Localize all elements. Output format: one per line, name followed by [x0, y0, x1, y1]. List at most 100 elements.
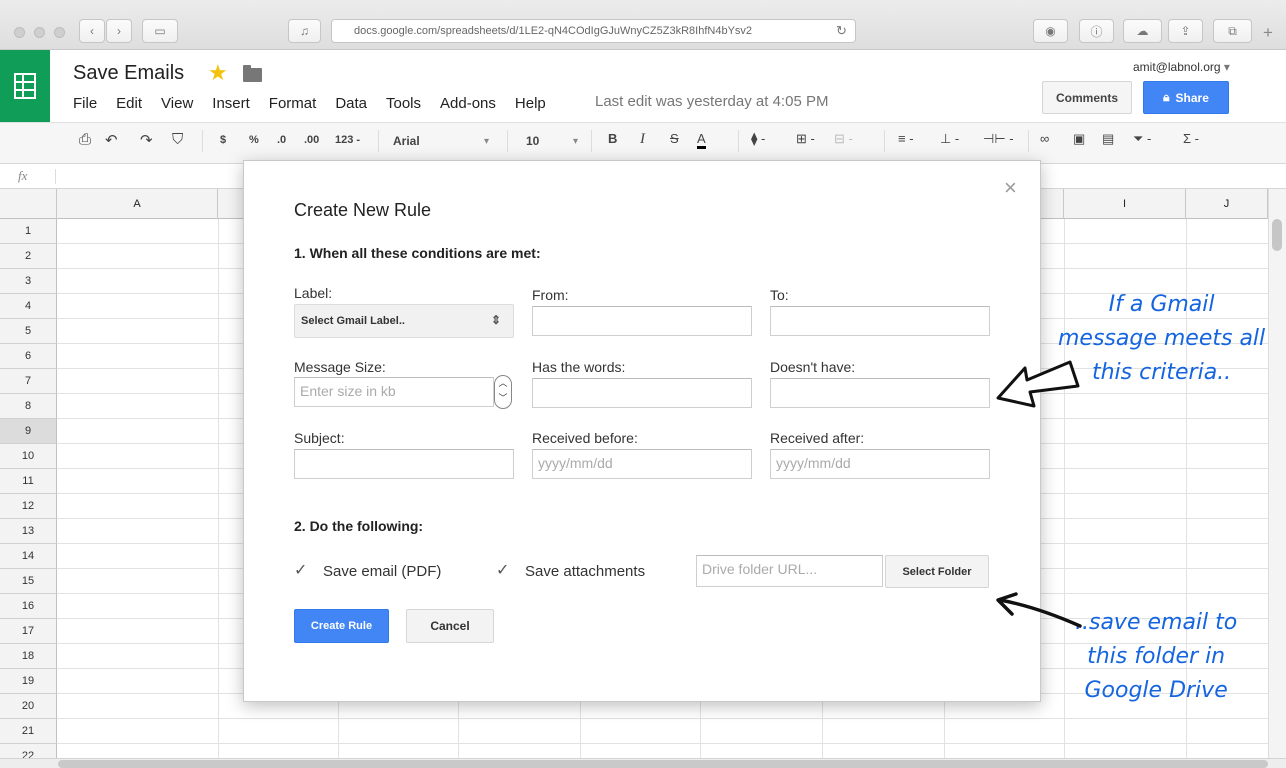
from-input[interactable] — [532, 306, 752, 336]
borders-icon[interactable]: ⊞ - — [796, 131, 815, 147]
menu-format[interactable]: Format — [269, 95, 317, 112]
menu-view[interactable]: View — [161, 95, 193, 112]
select-all-corner[interactable] — [0, 189, 57, 219]
share-button[interactable]: 🔒︎ Share — [1143, 81, 1229, 114]
row-header-22[interactable]: 22 — [0, 744, 57, 758]
row-header-5[interactable]: 5 — [0, 319, 57, 344]
row-header-13[interactable]: 13 — [0, 519, 57, 544]
to-input[interactable] — [770, 306, 990, 336]
minimize-window-icon[interactable] — [34, 27, 45, 38]
forward-button[interactable]: › — [106, 19, 132, 43]
column-header-i[interactable]: I — [1064, 189, 1186, 219]
star-icon[interactable]: ★ — [208, 60, 228, 86]
text-color-button[interactable]: A — [697, 131, 706, 149]
folder-icon[interactable] — [243, 65, 262, 82]
filter-icon[interactable]: ⏷ - — [1133, 131, 1151, 147]
message-size-input[interactable]: Enter size in kb — [294, 377, 494, 407]
row-header-21[interactable]: 21 — [0, 719, 57, 744]
comments-button[interactable]: Comments — [1042, 81, 1132, 114]
row-header-2[interactable]: 2 — [0, 244, 57, 269]
close-window-icon[interactable] — [14, 27, 25, 38]
hscroll-thumb[interactable] — [58, 760, 1268, 768]
address-bar[interactable]: docs.google.com/spreadsheets/d/1LE2-qN4C… — [331, 19, 856, 43]
menu-edit[interactable]: Edit — [116, 95, 142, 112]
menu-addons[interactable]: Add-ons — [440, 95, 496, 112]
new-tab-icon[interactable]: + — [1263, 23, 1273, 43]
link-icon[interactable]: ∞ — [1040, 131, 1049, 146]
size-dropdown-icon[interactable]: ▾ — [573, 136, 578, 147]
row-header-7[interactable]: 7 — [0, 369, 57, 394]
row-header-15[interactable]: 15 — [0, 569, 57, 594]
currency-format-button[interactable]: $ — [220, 134, 226, 146]
comment-icon[interactable]: ▣ — [1073, 131, 1085, 147]
percent-format-button[interactable]: % — [249, 134, 259, 146]
row-header-14[interactable]: 14 — [0, 544, 57, 569]
row-header-11[interactable]: 11 — [0, 469, 57, 494]
vertical-scrollbar[interactable] — [1268, 189, 1286, 758]
undo-icon[interactable]: ↶ — [105, 131, 118, 149]
drive-folder-input[interactable]: Drive folder URL... — [696, 555, 883, 587]
subject-input[interactable] — [294, 449, 514, 479]
vertical-align-icon[interactable]: ⊥ - — [940, 131, 959, 147]
share-page-button[interactable]: ⇪ — [1168, 19, 1203, 43]
row-header-20[interactable]: 20 — [0, 694, 57, 719]
sheets-logo[interactable] — [0, 50, 50, 122]
row-header-6[interactable]: 6 — [0, 344, 57, 369]
save-pdf-checkbox[interactable]: ✓ — [294, 560, 307, 580]
column-header-a[interactable]: A — [57, 189, 218, 219]
zoom-window-icon[interactable] — [54, 27, 65, 38]
italic-button[interactable]: I — [640, 131, 645, 148]
user-email[interactable]: amit@labnol.org ▾ — [1133, 60, 1230, 74]
redo-icon[interactable]: ↷ — [140, 131, 153, 149]
more-formats-button[interactable]: 123 - — [335, 134, 360, 146]
row-header-9[interactable]: 9 — [0, 419, 57, 444]
row-header-12[interactable]: 12 — [0, 494, 57, 519]
row-header-3[interactable]: 3 — [0, 269, 57, 294]
cancel-button[interactable]: Cancel — [406, 609, 494, 643]
bold-button[interactable]: B — [608, 131, 617, 146]
column-header-j[interactable]: J — [1186, 189, 1268, 219]
align-left-icon[interactable]: ≡ - — [898, 131, 914, 146]
tabs-button[interactable]: ⧉ — [1213, 19, 1252, 43]
font-family-select[interactable]: Arial — [393, 134, 420, 148]
stepper-up-icon[interactable]: ︿ — [498, 378, 507, 388]
text-wrap-icon[interactable]: ⊣⊢ - — [983, 131, 1014, 147]
scroll-thumb[interactable] — [1272, 219, 1282, 251]
row-header-1[interactable]: 1 — [0, 219, 57, 244]
row-header-19[interactable]: 19 — [0, 669, 57, 694]
menu-file[interactable]: File — [73, 95, 97, 112]
merge-cells-icon[interactable]: ⊟ - — [834, 131, 853, 147]
chart-icon[interactable]: ▤ — [1102, 131, 1114, 147]
has-words-input[interactable] — [532, 378, 752, 408]
row-header-17[interactable]: 17 — [0, 619, 57, 644]
increase-decimal-button[interactable]: .00 — [304, 134, 319, 146]
menu-tools[interactable]: Tools — [386, 95, 421, 112]
extensions-button[interactable]: ♫ — [288, 19, 321, 43]
row-header-18[interactable]: 18 — [0, 644, 57, 669]
row-header-4[interactable]: 4 — [0, 294, 57, 319]
fill-color-icon[interactable]: ⧫ - — [751, 131, 765, 147]
menu-help[interactable]: Help — [515, 95, 546, 112]
paint-format-icon[interactable]: ⛉ — [172, 131, 183, 148]
horizontal-scrollbar[interactable] — [0, 758, 1286, 768]
back-button[interactable]: ‹ — [79, 19, 105, 43]
received-before-input[interactable]: yyyy/mm/dd — [532, 449, 752, 479]
size-stepper[interactable]: ︿ ﹀ — [494, 375, 512, 409]
received-after-input[interactable]: yyyy/mm/dd — [770, 449, 990, 479]
menu-data[interactable]: Data — [335, 95, 367, 112]
menu-insert[interactable]: Insert — [212, 95, 250, 112]
decrease-decimal-button[interactable]: .0 — [277, 134, 286, 146]
document-title[interactable]: Save Emails — [73, 62, 184, 85]
row-header-16[interactable]: 16 — [0, 594, 57, 619]
select-folder-button[interactable]: Select Folder — [885, 555, 989, 588]
print-icon[interactable]: ⎙ — [79, 131, 91, 148]
last-edit-link[interactable]: Last edit was yesterday at 4:05 PM — [595, 93, 828, 110]
reload-icon[interactable]: ↻ — [836, 23, 847, 39]
font-size-select[interactable]: 10 — [526, 134, 539, 148]
functions-icon[interactable]: Σ - — [1183, 131, 1199, 146]
privacy-button[interactable]: ◉ — [1033, 19, 1068, 43]
save-attachments-checkbox[interactable]: ✓ — [496, 560, 509, 580]
row-header-8[interactable]: 8 — [0, 394, 57, 419]
gmail-label-select[interactable]: Select Gmail Label.. ⇕ — [294, 304, 514, 338]
row-header-10[interactable]: 10 — [0, 444, 57, 469]
